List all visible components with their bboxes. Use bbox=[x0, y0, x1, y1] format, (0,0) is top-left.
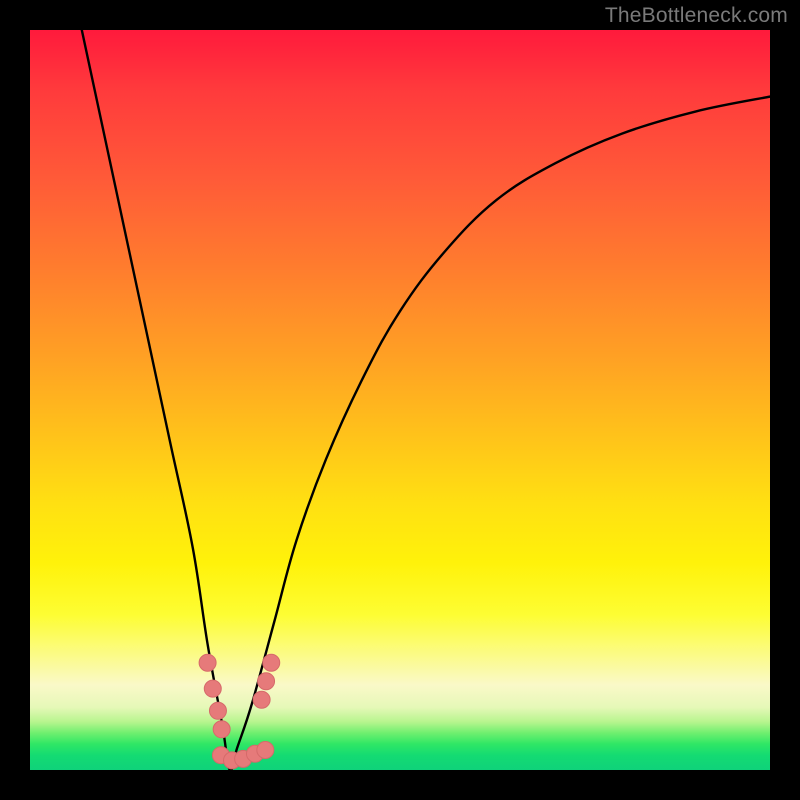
plot-area bbox=[30, 30, 770, 770]
marker-bottom-e bbox=[257, 742, 274, 759]
watermark-text: TheBottleneck.com bbox=[605, 4, 788, 28]
marker-right-cluster-b bbox=[258, 673, 275, 690]
outer-frame: TheBottleneck.com bbox=[0, 0, 800, 800]
bottleneck-curve bbox=[82, 30, 770, 770]
marker-left-cluster-d bbox=[213, 721, 230, 738]
marker-left-cluster-c bbox=[209, 702, 226, 719]
marker-right-cluster-c bbox=[263, 654, 280, 671]
chart-svg bbox=[30, 30, 770, 770]
marker-right-cluster-a bbox=[253, 691, 270, 708]
marker-left-cluster-b bbox=[204, 680, 221, 697]
marker-left-cluster-a bbox=[199, 654, 216, 671]
